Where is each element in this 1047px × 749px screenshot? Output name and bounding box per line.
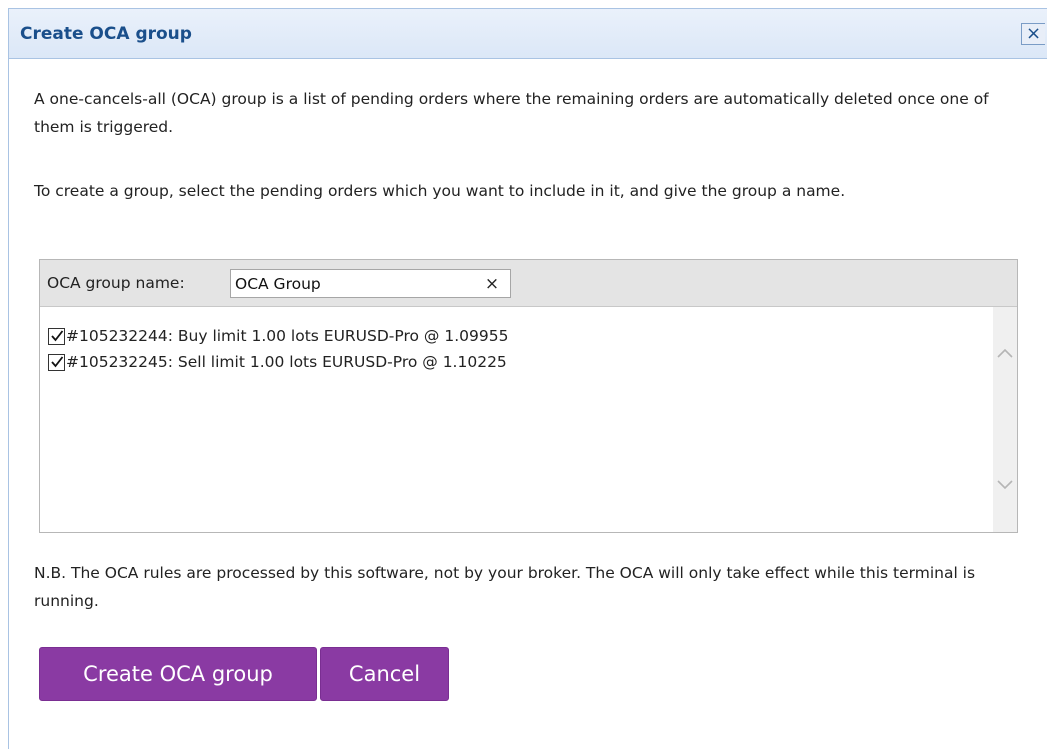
order-checkbox[interactable] (48, 328, 65, 345)
group-name-label: OCA group name: (47, 274, 185, 292)
dialog-title: Create OCA group (20, 24, 192, 44)
order-list-scrollbar[interactable] (993, 307, 1017, 532)
close-icon[interactable]: × (1021, 23, 1045, 45)
intro-paragraph-instructions: To create a group, select the pending or… (34, 182, 846, 200)
clear-icon[interactable]: × (481, 273, 503, 295)
group-name-input[interactable] (231, 270, 475, 297)
order-checkbox[interactable] (48, 354, 65, 371)
group-name-header: OCA group name: × (40, 260, 1017, 307)
dialog-titlebar: Create OCA group × (9, 9, 1047, 59)
order-label: #105232245: Sell limit 1.00 lots EURUSD-… (66, 353, 507, 371)
checkmark-icon (51, 356, 64, 368)
chevron-up-icon[interactable] (997, 347, 1013, 359)
oca-note: N.B. The OCA rules are processed by this… (34, 564, 976, 610)
checkmark-icon (51, 330, 64, 342)
order-label: #105232244: Buy limit 1.00 lots EURUSD-P… (66, 327, 509, 345)
intro-paragraph-oca-definition: A one-cancels-all (OCA) group is a list … (34, 90, 989, 136)
create-oca-group-button[interactable]: Create OCA group (39, 647, 317, 701)
cancel-button[interactable]: Cancel (320, 647, 449, 701)
oca-group-panel: OCA group name: × #105232244: Buy limit … (39, 259, 1018, 533)
create-oca-group-dialog: Create OCA group × A one-cancels-all (OC… (8, 8, 1047, 749)
chevron-down-icon[interactable] (997, 479, 1013, 491)
group-name-field: × (230, 269, 511, 298)
pending-orders-list: #105232244: Buy limit 1.00 lots EURUSD-P… (40, 307, 993, 532)
